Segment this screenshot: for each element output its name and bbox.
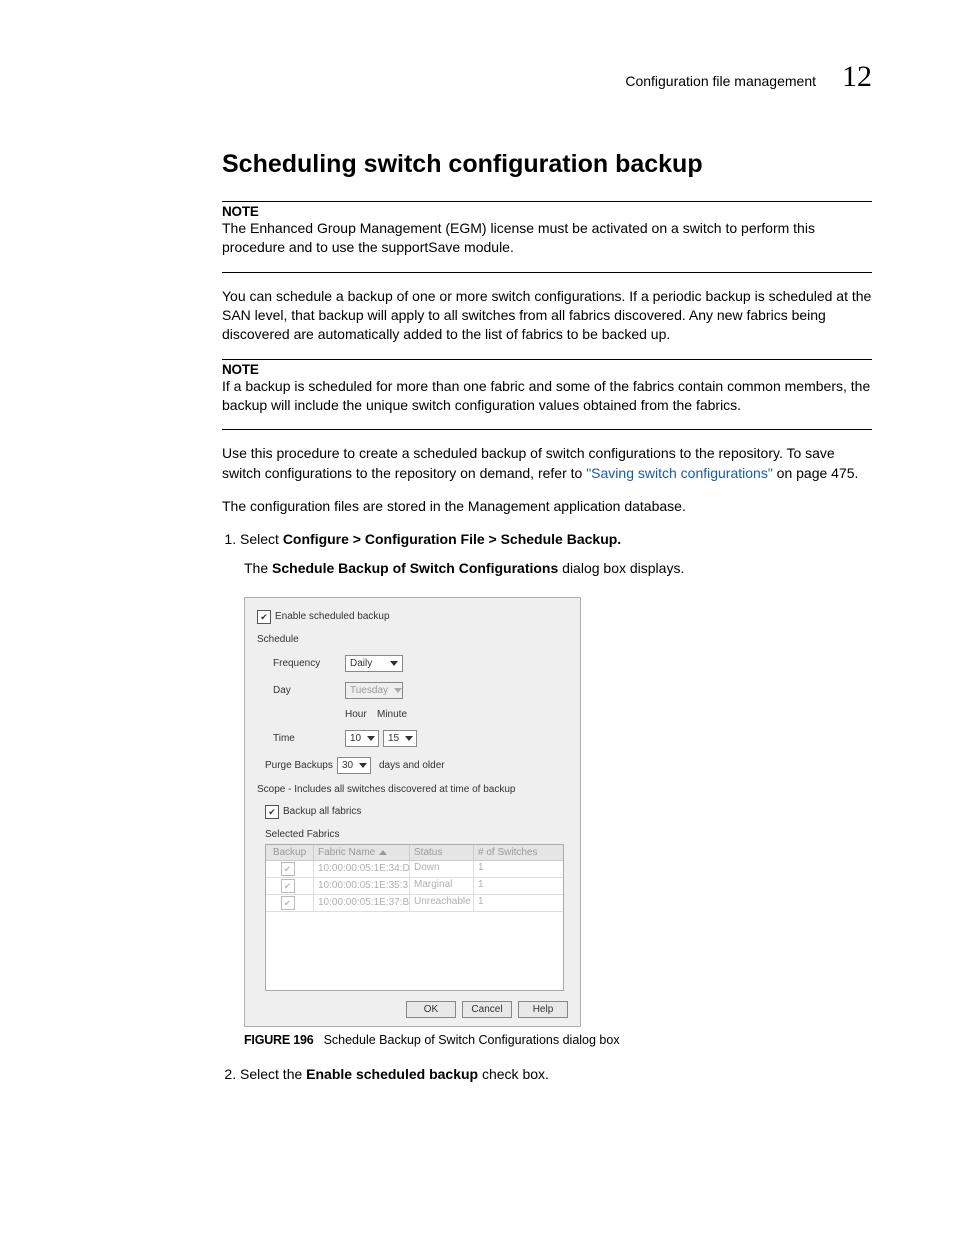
time-hour-combo[interactable]: 10 [345, 730, 379, 747]
purge-label: Purge Backups [257, 760, 337, 771]
table-header: Backup Fabric Name Status # of Switches [266, 845, 563, 861]
backup-all-fabrics-checkbox[interactable] [265, 805, 279, 819]
table-row: 10:00:00:05:1E:34:D... Down 1 [266, 861, 563, 878]
day-combo: Tuesday [345, 682, 403, 699]
schedule-backup-dialog: Enable scheduled backup Schedule Frequen… [244, 597, 581, 1027]
chevron-down-icon [390, 661, 398, 666]
row-checkbox [281, 896, 295, 910]
chevron-down-icon [405, 736, 413, 741]
selected-fabrics-label: Selected Fabrics [265, 829, 568, 840]
step-2: Select the Enable scheduled backup check… [240, 1065, 872, 1084]
row-checkbox [281, 862, 295, 876]
step-1: Select Configure > Configuration File > … [240, 530, 872, 549]
sort-asc-icon [379, 850, 387, 855]
note-1: NOTE The Enhanced Group Management (EGM)… [222, 201, 872, 273]
col-backup[interactable]: Backup [266, 845, 314, 860]
time-minute-combo[interactable]: 15 [383, 730, 417, 747]
ok-button[interactable]: OK [406, 1001, 456, 1018]
table-body: 10:00:00:05:1E:34:D... Down 1 10:00:00:0… [266, 861, 563, 990]
row-checkbox [281, 879, 295, 893]
running-header: Configuration file management 12 [82, 60, 872, 94]
col-fabric-name[interactable]: Fabric Name [314, 845, 410, 860]
cancel-button[interactable]: Cancel [462, 1001, 512, 1018]
help-button[interactable]: Help [518, 1001, 568, 1018]
frequency-label: Frequency [257, 658, 345, 669]
paragraph: Use this procedure to create a scheduled… [222, 444, 872, 483]
paragraph: The configuration files are stored in th… [222, 497, 872, 516]
chevron-down-icon [394, 688, 402, 693]
section-title: Configuration file management [625, 73, 816, 89]
col-status[interactable]: Status [410, 845, 474, 860]
enable-scheduled-backup-label: Enable scheduled backup [275, 611, 390, 622]
note-label: NOTE [222, 362, 872, 377]
paragraph: You can schedule a backup of one or more… [222, 287, 872, 345]
enable-scheduled-backup-checkbox[interactable] [257, 610, 271, 624]
note-text: The Enhanced Group Management (EGM) lice… [222, 219, 872, 258]
note-label: NOTE [222, 204, 872, 219]
frequency-combo[interactable]: Daily [345, 655, 403, 672]
table-row: 10:00:00:05:1E:37:B... Unreachable 1 [266, 895, 563, 912]
minute-label: Minute [377, 709, 407, 720]
chapter-number: 12 [842, 60, 872, 94]
note-2: NOTE If a backup is scheduled for more t… [222, 359, 872, 431]
fabrics-table: Backup Fabric Name Status # of Switches … [265, 844, 564, 991]
col-switch-count[interactable]: # of Switches [474, 845, 563, 860]
hour-label: Hour [345, 709, 377, 720]
time-label: Time [257, 733, 345, 744]
scope-text: Scope - Includes all switches discovered… [257, 784, 568, 795]
day-label: Day [257, 685, 345, 696]
note-text: If a backup is scheduled for more than o… [222, 377, 872, 416]
chevron-down-icon [367, 736, 375, 741]
purge-combo[interactable]: 30 [337, 757, 371, 774]
purge-suffix: days and older [379, 760, 445, 771]
backup-all-fabrics-label: Backup all fabrics [283, 806, 361, 817]
table-row: 10:00:00:05:1E:35:3... Marginal 1 [266, 878, 563, 895]
figure-caption: FIGURE 196Schedule Backup of Switch Conf… [244, 1033, 872, 1047]
schedule-section-label: Schedule [257, 634, 568, 645]
link-saving-switch-configs[interactable]: "Saving switch configurations" [586, 465, 773, 481]
chevron-down-icon [359, 763, 367, 768]
page-title: Scheduling switch configuration backup [222, 150, 872, 179]
step-1-sub: The Schedule Backup of Switch Configurat… [244, 559, 872, 578]
